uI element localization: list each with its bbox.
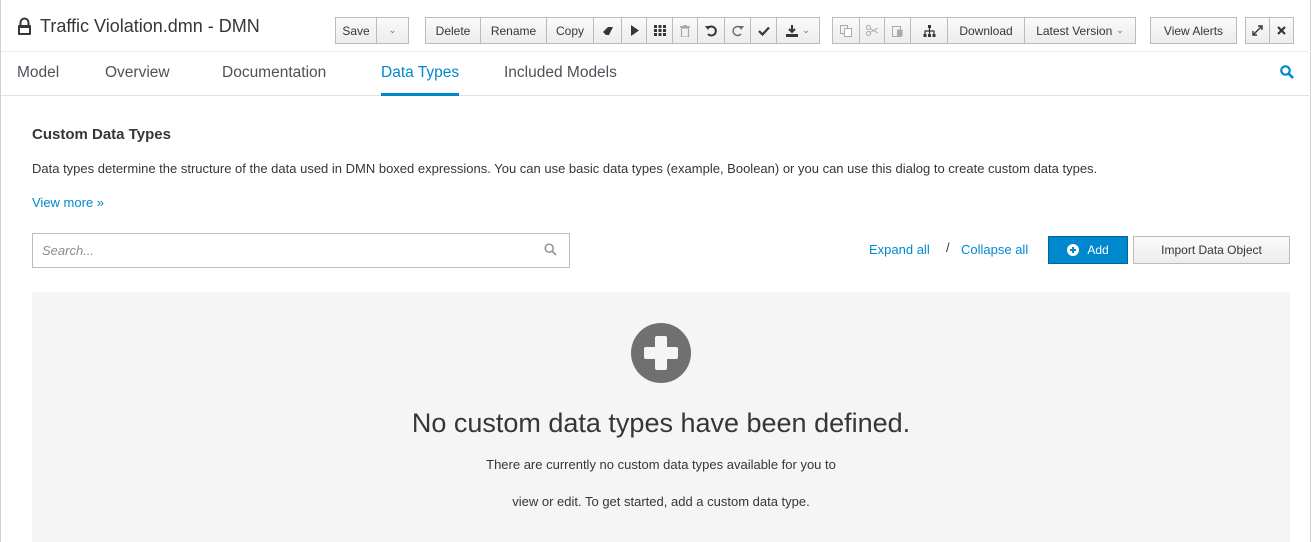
editor-tabs: Model Overview Documentation Data Types … xyxy=(1,52,1311,96)
lock-icon xyxy=(18,17,31,35)
tab-data-types[interactable]: Data Types xyxy=(381,62,460,96)
diagram-layout-button[interactable] xyxy=(910,17,948,44)
chevron-down-icon: ⌄ xyxy=(388,25,397,35)
copy-button[interactable]: Copy xyxy=(546,17,594,44)
grid-button[interactable] xyxy=(646,17,673,44)
chevron-down-icon: ⌄ xyxy=(1116,25,1124,35)
search-icon xyxy=(544,243,557,256)
view-alerts-button[interactable]: View Alerts xyxy=(1150,17,1237,44)
check-icon xyxy=(757,26,770,36)
grid-icon xyxy=(653,25,666,36)
page-title: Custom Data Types xyxy=(32,126,171,143)
eraser-button[interactable] xyxy=(593,17,622,44)
version-dropdown[interactable]: Latest Version ⌄ xyxy=(1024,17,1136,44)
paste-button[interactable] xyxy=(884,17,911,44)
view-more-link[interactable]: View more » xyxy=(32,195,104,210)
expand-all-link[interactable]: Expand all xyxy=(869,242,930,257)
download-button[interactable]: Download xyxy=(947,17,1025,44)
maximize-button[interactable] xyxy=(1245,17,1270,44)
empty-state-text-line1: There are currently no custom data types… xyxy=(486,457,836,472)
tab-overview[interactable]: Overview xyxy=(105,62,170,96)
copy-element-button[interactable] xyxy=(832,17,860,44)
redo-button[interactable] xyxy=(724,17,751,44)
redo-icon xyxy=(732,25,744,36)
search-box xyxy=(32,233,570,268)
tab-documentation[interactable]: Documentation xyxy=(222,62,326,96)
collapse-all-link[interactable]: Collapse all xyxy=(961,242,1028,257)
add-button[interactable]: Add xyxy=(1048,236,1128,264)
cut-button[interactable] xyxy=(859,17,885,44)
save-button[interactable]: Save xyxy=(335,17,377,44)
play-icon xyxy=(630,25,639,36)
deploy-dropdown-button[interactable]: ⌄ xyxy=(776,17,820,44)
validate-button[interactable] xyxy=(750,17,777,44)
undo-icon xyxy=(705,25,717,36)
import-data-object-button[interactable]: Import Data Object xyxy=(1133,236,1290,264)
empty-state-title: No custom data types have been defined. xyxy=(411,408,911,438)
plus-circle-icon xyxy=(1067,244,1080,256)
deploy-icon xyxy=(786,24,799,37)
plus-circle-icon xyxy=(631,323,691,383)
search-input[interactable] xyxy=(33,234,533,267)
eraser-icon xyxy=(602,26,613,35)
run-button[interactable] xyxy=(621,17,647,44)
version-label: Latest Version xyxy=(1036,23,1113,38)
editor-window: Traffic Violation.dmn - DMN Save ⌄ Delet… xyxy=(0,0,1311,542)
trash-icon xyxy=(680,24,690,37)
rename-button[interactable]: Rename xyxy=(480,17,547,44)
link-separator: / xyxy=(946,240,950,255)
add-button-label: Add xyxy=(1087,243,1109,257)
paste-icon xyxy=(892,25,903,37)
delete-button[interactable]: Delete xyxy=(425,17,481,44)
undo-button[interactable] xyxy=(697,17,725,44)
close-button[interactable] xyxy=(1269,17,1294,44)
hierarchy-icon xyxy=(923,24,935,37)
title-bar: Traffic Violation.dmn - DMN Save ⌄ Delet… xyxy=(1,0,1311,52)
close-icon xyxy=(1277,26,1286,35)
search-icon[interactable] xyxy=(1280,65,1294,79)
tab-model[interactable]: Model xyxy=(17,62,59,96)
window-title: Traffic Violation.dmn - DMN xyxy=(17,14,260,38)
empty-state: No custom data types have been defined. … xyxy=(32,292,1290,542)
delete-element-button[interactable] xyxy=(672,17,698,44)
save-dropdown-button[interactable]: ⌄ xyxy=(376,17,409,44)
cut-icon xyxy=(866,25,878,36)
empty-state-text-line2: view or edit. To get started, add a cust… xyxy=(512,494,810,509)
copy-icon xyxy=(840,24,852,37)
expand-icon xyxy=(1252,25,1263,36)
page-description: Data types determine the structure of th… xyxy=(32,161,1098,176)
file-title: Traffic Violation.dmn - DMN xyxy=(40,15,260,36)
tab-included-models[interactable]: Included Models xyxy=(504,62,617,96)
chevron-down-icon: ⌄ xyxy=(802,25,810,35)
